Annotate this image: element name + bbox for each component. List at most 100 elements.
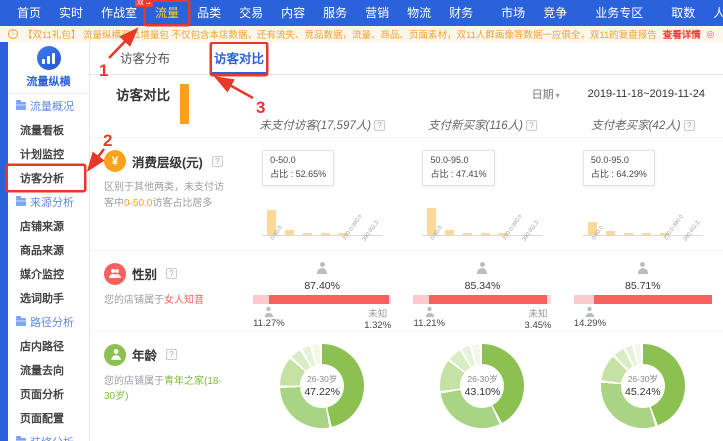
main-panel: 访客分布访客对比 访客对比 日期▾ 2019-11-18~2019-11-24 … — [90, 42, 723, 441]
nav-item-作战室[interactable]: 作战室双11 — [92, 2, 146, 24]
female-segment — [269, 295, 390, 304]
sidebar-item-装修分析[interactable]: 装修分析 — [8, 430, 89, 441]
people-icon — [104, 263, 126, 285]
sidebar-item-label: 店铺来源 — [20, 218, 64, 234]
gender-desc-prefix: 您的店铺属于 — [104, 295, 164, 306]
sidebar-item-label: 路径分析 — [30, 314, 74, 330]
nav-item-流量[interactable]: 流量 — [146, 2, 188, 24]
female-icon — [316, 262, 329, 274]
sidebar-item-来源分析[interactable]: 来源分析 — [8, 190, 89, 214]
bar — [642, 233, 651, 235]
male-segment — [574, 295, 594, 304]
help-icon[interactable]: ? — [374, 120, 385, 131]
sidebar-item-选词助手[interactable]: 选词助手 — [8, 286, 89, 310]
sidebar-item-label: 来源分析 — [30, 194, 74, 210]
nav-item-竞争[interactable]: 竞争 — [534, 2, 576, 24]
notice-close-icon[interactable]: ⊗ — [706, 28, 715, 41]
gender-chart-cell: 87.40%11.27%未知1.32% — [242, 251, 402, 331]
male-percent: 11.27% — [253, 318, 285, 329]
nav-item-业务专区[interactable]: 业务专区 — [586, 2, 652, 24]
nav-item-营销[interactable]: 营销 — [356, 2, 398, 24]
age-donut-chart: 26-30岁43.10% — [440, 344, 524, 428]
tab-bar: 访客分布 访客对比 — [90, 42, 723, 75]
sidebar-item-label: 商品来源 — [20, 242, 64, 258]
chart-tooltip: 50.0-95.0占比 : 47.41% — [422, 150, 494, 186]
help-icon[interactable]: ? — [684, 120, 695, 131]
unknown-percent: 1.32% — [364, 320, 391, 331]
tab-访客对比[interactable]: 访客对比 — [212, 44, 266, 74]
nav-item-实时[interactable]: 实时 — [50, 2, 92, 24]
column-header-title: 未支付访客(17,597人) — [259, 120, 371, 132]
consume-chart-cell: 0-50.0占比 : 52.65%0-50.0270.0-390.0390.0以… — [242, 138, 402, 250]
donut-main-label: 26-30岁 — [307, 373, 337, 385]
date-type-dropdown[interactable]: 日期▾ — [532, 86, 560, 102]
tooltip-ratio: 占比 : 64.29% — [591, 168, 647, 182]
consume-desc-highlight: 0-50.0 — [124, 198, 152, 209]
nav-item-人群管理[interactable]: 人群管理NEW — [704, 2, 723, 24]
help-icon[interactable]: ? — [166, 268, 177, 279]
sidebar-item-计划监控[interactable]: 计划监控 — [8, 142, 89, 166]
gender-ratio-bar — [413, 295, 551, 304]
sidebar-item-label: 页面分析 — [20, 386, 64, 402]
age-desc-prefix: 您的店铺属于 — [104, 376, 164, 387]
age-chart-cell: 26-30岁47.22% — [242, 332, 402, 428]
person-icon — [104, 344, 126, 366]
nav-item-服务[interactable]: 服务 — [314, 2, 356, 24]
nav-item-首页[interactable]: 首页 — [8, 2, 50, 24]
nav-item-财务[interactable]: 财务 — [440, 2, 482, 24]
help-icon[interactable]: ? — [526, 120, 537, 131]
sidebar-item-label: 计划监控 — [20, 146, 64, 162]
donut-center: 26-30岁47.22% — [300, 364, 344, 408]
female-segment — [429, 295, 547, 304]
tab-访客分布[interactable]: 访客分布 — [118, 44, 172, 74]
nav-item-取数[interactable]: 取数 — [662, 2, 704, 24]
chart-tooltip: 0-50.0占比 : 52.65% — [262, 150, 334, 186]
nav-item-物流[interactable]: 物流 — [398, 2, 440, 24]
donut-main-percent: 47.22% — [304, 386, 340, 398]
sidebar-item-媒介监控[interactable]: 媒介监控 — [8, 262, 89, 286]
nav-item-label: 首页 — [17, 6, 41, 20]
sidebar-collapse-strip[interactable] — [0, 42, 8, 441]
female-percent: 85.34% — [413, 280, 551, 292]
sidebar-item-流量看板[interactable]: 流量看板 — [8, 118, 89, 142]
date-type-label: 日期 — [532, 89, 554, 101]
tooltip-range: 50.0-95.0 — [430, 154, 486, 168]
consume-mini-chart: 50.0-95.0占比 : 64.29%0-50.0270.0-390.0390… — [583, 150, 703, 250]
gender-label-block: 性别 ? 您的店铺属于女人知音 — [90, 251, 242, 331]
sidebar-item-页面配置[interactable]: 页面配置 — [8, 406, 89, 430]
sidebar-item-流量去向[interactable]: 流量去向 — [8, 358, 89, 382]
help-icon[interactable]: ? — [166, 349, 177, 360]
folder-icon — [16, 198, 26, 206]
bar — [321, 233, 330, 235]
help-icon[interactable]: ? — [212, 156, 223, 167]
female-icon — [476, 262, 489, 274]
nav-item-label: 流量 — [155, 6, 179, 20]
sidebar: 流量纵横 流量概况流量看板计划监控访客分析来源分析店铺来源商品来源媒介监控选词助… — [8, 42, 90, 441]
nav-item-市场[interactable]: 市场 — [492, 2, 534, 24]
nav-item-内容[interactable]: 内容 — [272, 2, 314, 24]
notice-detail-link[interactable]: 查看详情 — [663, 27, 701, 41]
gender-bottom-labels: 14.29% — [574, 306, 712, 329]
bar — [285, 230, 294, 235]
sidebar-item-店内路径[interactable]: 店内路径 — [8, 334, 89, 358]
sidebar-item-label: 装修分析 — [30, 434, 74, 441]
nav-item-品类[interactable]: 品类 — [188, 2, 230, 24]
nav-item-交易[interactable]: 交易 — [230, 2, 272, 24]
sidebar-item-店铺来源[interactable]: 店铺来源 — [8, 214, 89, 238]
bar — [180, 84, 189, 124]
donut-main-label: 26-30岁 — [467, 373, 497, 385]
sidebar-item-访客分析[interactable]: 访客分析 — [8, 166, 84, 190]
date-range-picker[interactable]: 2019-11-18~2019-11-24 — [588, 88, 705, 100]
sidebar-item-路径分析[interactable]: 路径分析 — [8, 310, 89, 334]
age-chart: 26-30岁43.10% — [402, 332, 562, 428]
unknown-segment — [389, 295, 391, 304]
yuan-icon: ¥ — [104, 150, 126, 172]
gender-row-desc: 您的店铺属于女人知音 — [104, 293, 226, 309]
age-chart-cell: 26-30岁45.24% — [563, 332, 723, 428]
sidebar-item-商品来源[interactable]: 商品来源 — [8, 238, 89, 262]
sidebar-item-label: 店内路径 — [20, 338, 64, 354]
age-chart: 26-30岁47.22% — [242, 332, 402, 428]
consume-level-row: ¥ 消费层级(元) ? 区别于其他两类，未支付访客中0-50.0访客占比居多 0… — [90, 137, 723, 250]
sidebar-item-流量概况[interactable]: 流量概况 — [8, 94, 89, 118]
sidebar-item-页面分析[interactable]: 页面分析 — [8, 382, 89, 406]
